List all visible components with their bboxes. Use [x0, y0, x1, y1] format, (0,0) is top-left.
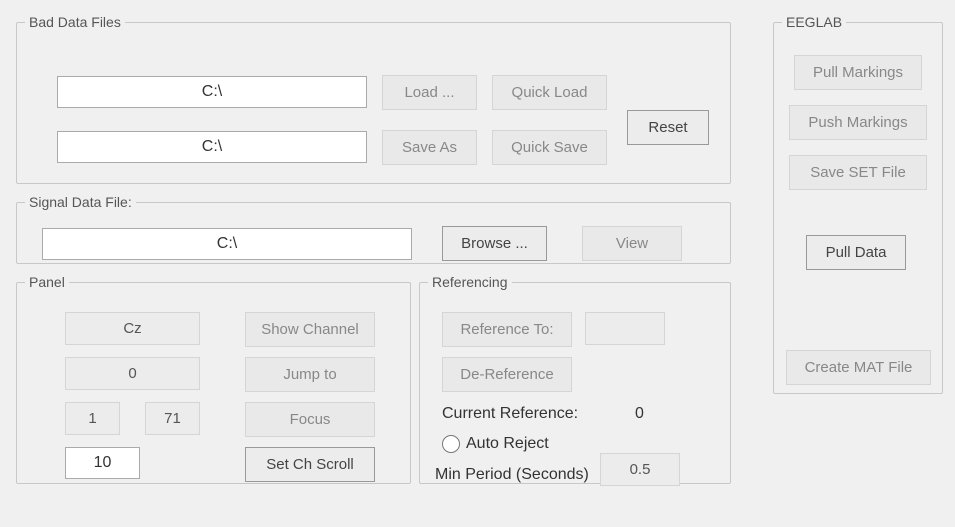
current-reference-value: 0	[635, 405, 644, 423]
save-set-file-button[interactable]: Save SET File	[789, 155, 927, 190]
create-mat-file-button[interactable]: Create MAT File	[786, 350, 931, 385]
pull-markings-button[interactable]: Pull Markings	[794, 55, 922, 90]
quick-save-button[interactable]: Quick Save	[492, 130, 607, 165]
auto-reject-row[interactable]: Auto Reject	[442, 435, 549, 453]
signal-data-file-legend: Signal Data File:	[25, 194, 136, 210]
save-as-button[interactable]: Save As	[382, 130, 477, 165]
auto-reject-radio[interactable]	[442, 435, 460, 453]
load-button[interactable]: Load ...	[382, 75, 477, 110]
seventyone-field[interactable]: 71	[145, 402, 200, 435]
signal-data-file-group: Signal Data File: C:\ Browse ... View	[16, 194, 731, 264]
reference-to-button[interactable]: Reference To:	[442, 312, 572, 347]
jump-to-button[interactable]: Jump to	[245, 357, 375, 392]
reset-button[interactable]: Reset	[627, 110, 709, 145]
bad-data-path2-input[interactable]: C:\	[57, 131, 367, 163]
eeglab-group: EEGLAB Pull Markings Push Markings Save …	[773, 14, 943, 394]
bad-data-files-legend: Bad Data Files	[25, 14, 125, 30]
ten-input[interactable]: 10	[65, 447, 140, 479]
min-period-field[interactable]: 0.5	[600, 453, 680, 486]
set-ch-scroll-button[interactable]: Set Ch Scroll	[245, 447, 375, 482]
referencing-group: Referencing Reference To: De-Reference C…	[419, 274, 731, 484]
bad-data-files-group: Bad Data Files C:\ Load ... Quick Load C…	[16, 14, 731, 184]
panel-group: Panel Cz Show Channel 0 Jump to 1 71 Foc…	[16, 274, 411, 484]
view-button[interactable]: View	[582, 226, 682, 261]
pull-data-button[interactable]: Pull Data	[806, 235, 906, 270]
quick-load-button[interactable]: Quick Load	[492, 75, 607, 110]
panel-legend: Panel	[25, 274, 69, 290]
bad-data-path1-input[interactable]: C:\	[57, 76, 367, 108]
referencing-legend: Referencing	[428, 274, 512, 290]
auto-reject-label: Auto Reject	[466, 435, 549, 453]
current-reference-label: Current Reference:	[442, 405, 578, 423]
push-markings-button[interactable]: Push Markings	[789, 105, 927, 140]
de-reference-button[interactable]: De-Reference	[442, 357, 572, 392]
browse-button[interactable]: Browse ...	[442, 226, 547, 261]
min-period-label: Min Period (Seconds)	[435, 466, 589, 484]
show-channel-button[interactable]: Show Channel	[245, 312, 375, 347]
channel-field[interactable]: Cz	[65, 312, 200, 345]
zero-field[interactable]: 0	[65, 357, 200, 390]
reference-to-field[interactable]	[585, 312, 665, 345]
eeglab-legend: EEGLAB	[782, 14, 846, 30]
focus-button[interactable]: Focus	[245, 402, 375, 437]
signal-data-path-input[interactable]: C:\	[42, 228, 412, 260]
one-field[interactable]: 1	[65, 402, 120, 435]
